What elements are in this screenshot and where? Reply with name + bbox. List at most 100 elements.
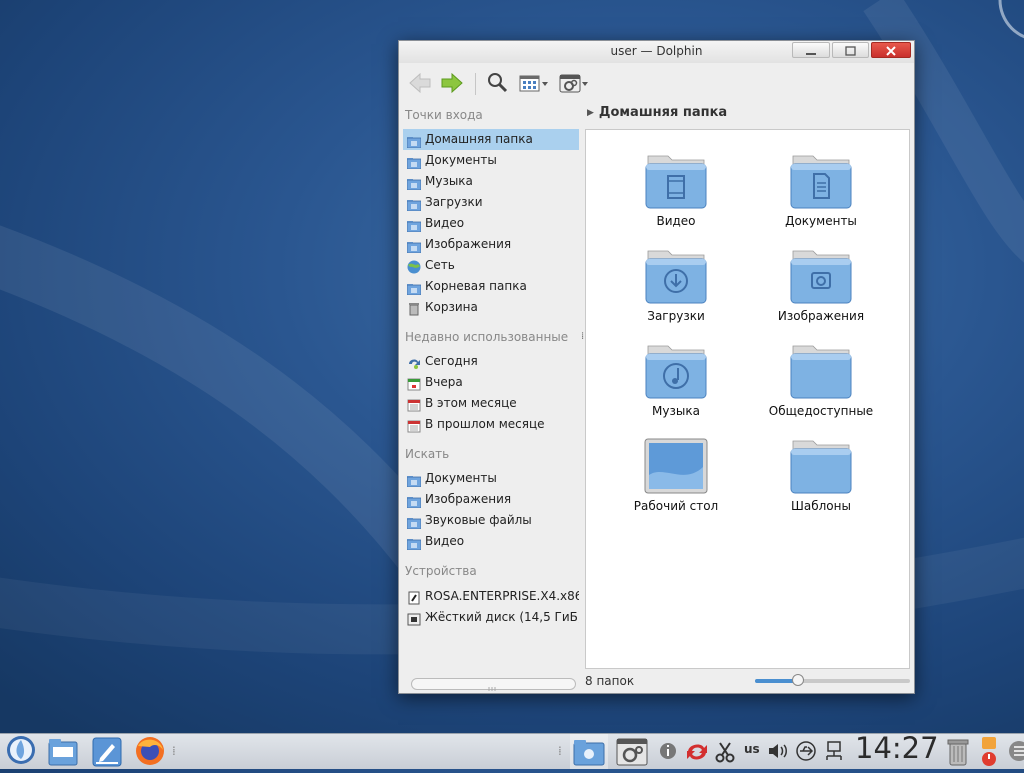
volume-icon [769, 744, 787, 758]
places-horizontal-scrollbar[interactable] [411, 678, 576, 691]
info-tray-button[interactable] [658, 734, 678, 769]
folder-item[interactable]: Музыка [611, 340, 741, 418]
file-manager-launcher[interactable] [46, 734, 80, 769]
folder-item-label: Общедоступные [768, 404, 874, 418]
folder-item[interactable]: Общедоступные [756, 340, 886, 418]
folder-item-label: Шаблоны [791, 499, 851, 513]
folder-item[interactable]: Шаблоны [756, 435, 886, 513]
update-tray-button[interactable] [682, 734, 712, 769]
places-item[interactable]: В прошлом месяце [403, 414, 579, 435]
places-item[interactable]: Изображения [403, 234, 579, 255]
film-icon [611, 150, 741, 210]
folder-video-icon [406, 535, 422, 551]
places-item[interactable]: Жёсткий диск (14,5 ГиБ) [403, 607, 579, 628]
places-item-label: В этом месяце [425, 396, 517, 410]
places-item[interactable]: В этом месяце [403, 393, 579, 414]
dolphin-window[interactable]: user — Dolphin Точки входа Домашняя папка… [398, 40, 915, 694]
places-item-label: ROSA.ENTERPRISE.X4.x86_ [425, 589, 579, 603]
places-item[interactable]: Видео [403, 213, 579, 234]
places-item[interactable]: Документы [403, 150, 579, 171]
folder-item[interactable]: Загрузки [611, 245, 741, 323]
trash-tray-button[interactable] [944, 734, 972, 769]
task-dolphin[interactable] [570, 734, 608, 769]
folder-item[interactable]: Видео [611, 150, 741, 228]
clock[interactable]: 14:27 [855, 731, 939, 765]
places-item[interactable]: Вчера [403, 372, 579, 393]
view-mode-button[interactable] [517, 69, 551, 97]
camera-icon [756, 245, 886, 305]
search-button[interactable] [485, 69, 509, 97]
places-item[interactable]: Загрузки [403, 192, 579, 213]
folder-task-icon [573, 740, 605, 766]
folder-item-label: Видео [656, 214, 696, 228]
places-item[interactable]: Звуковые файлы [403, 510, 579, 531]
folder-images-icon [406, 238, 422, 254]
breadcrumb[interactable]: ▶ Домашняя папка [587, 105, 727, 120]
places-item-label: В прошлом месяце [425, 417, 545, 431]
folder-item-label: Загрузки [647, 309, 705, 323]
places-item[interactable]: Изображения [403, 489, 579, 510]
breadcrumb-arrow-icon: ▶ [587, 108, 594, 118]
folder-video-icon [406, 217, 422, 233]
places-item[interactable]: Корзина [403, 297, 579, 318]
places-item[interactable]: Документы [403, 468, 579, 489]
clipboard-tray-button[interactable] [714, 734, 736, 769]
minimize-icon [806, 53, 816, 55]
places-item[interactable]: Видео [403, 531, 579, 552]
places-section-header: Устройства [405, 564, 477, 578]
title-bar[interactable]: user — Dolphin [399, 41, 914, 63]
places-item[interactable]: Сеть [403, 255, 579, 276]
application-menu-button[interactable] [4, 734, 38, 769]
folder-item[interactable]: Документы [756, 150, 886, 228]
firefox-launcher[interactable] [133, 734, 167, 769]
places-item-label: Корневая папка [425, 279, 527, 293]
maximize-button[interactable] [832, 42, 869, 58]
places-item-label: Вчера [425, 375, 463, 389]
calendar-icon [407, 397, 421, 412]
folder-item[interactable]: Рабочий стол [611, 435, 741, 513]
session-lock-button[interactable] [978, 734, 1000, 769]
folder-item-label: Документы [785, 214, 857, 228]
places-item[interactable]: ROSA.ENTERPRISE.X4.x86_ [403, 586, 579, 607]
places-item[interactable]: Домашняя папка [403, 129, 579, 150]
back-button[interactable] [407, 69, 433, 97]
places-item[interactable]: Сегодня [403, 351, 579, 372]
places-item[interactable]: Музыка [403, 171, 579, 192]
file-manager-icon [48, 739, 78, 766]
scissors-icon [715, 742, 735, 763]
task-system-settings[interactable] [614, 734, 650, 769]
zoom-slider[interactable] [755, 674, 910, 686]
panel-menu-button[interactable] [1006, 734, 1024, 769]
text-editor-launcher[interactable] [90, 734, 124, 769]
yesterday-icon [407, 376, 421, 391]
folder-icon [756, 435, 886, 495]
keyboard-layout-indicator[interactable]: us [744, 742, 760, 756]
folder-downloads-icon [406, 196, 422, 212]
panel-splitter-handle[interactable]: ⁞ [581, 331, 584, 342]
desktop-icon [611, 435, 741, 495]
lock-power-icon [982, 737, 996, 766]
close-button[interactable] [871, 42, 911, 58]
folder-item-label: Музыка [652, 404, 700, 418]
volume-tray-button[interactable] [766, 734, 790, 769]
places-section-header: Точки входа [405, 108, 483, 122]
network-icon [826, 741, 842, 760]
forward-button[interactable] [439, 69, 465, 97]
settings-menu-button[interactable] [557, 69, 591, 97]
usb-tray-button[interactable] [794, 734, 818, 769]
folder-item-label: Рабочий стол [633, 499, 719, 513]
folder-item[interactable]: Изображения [756, 245, 886, 323]
zoom-slider-handle[interactable] [792, 674, 805, 686]
arrow-right-icon [441, 72, 463, 94]
places-item-label: Загрузки [425, 195, 483, 209]
folder-view[interactable]: Видео Документы Загрузки Изображения Музыка О… [585, 129, 910, 669]
places-item-label: Жёсткий диск (14,5 ГиБ) [425, 610, 579, 624]
arrow-left-icon [409, 72, 431, 94]
network-tray-button[interactable] [822, 734, 846, 769]
places-item[interactable]: Корневая папка [403, 276, 579, 297]
scrollbar-grip-icon [488, 687, 496, 691]
minimize-button[interactable] [792, 42, 830, 58]
panel-separator: ⁞ [172, 744, 176, 758]
firefox-icon [136, 737, 164, 765]
home-folder-icon [406, 133, 422, 149]
